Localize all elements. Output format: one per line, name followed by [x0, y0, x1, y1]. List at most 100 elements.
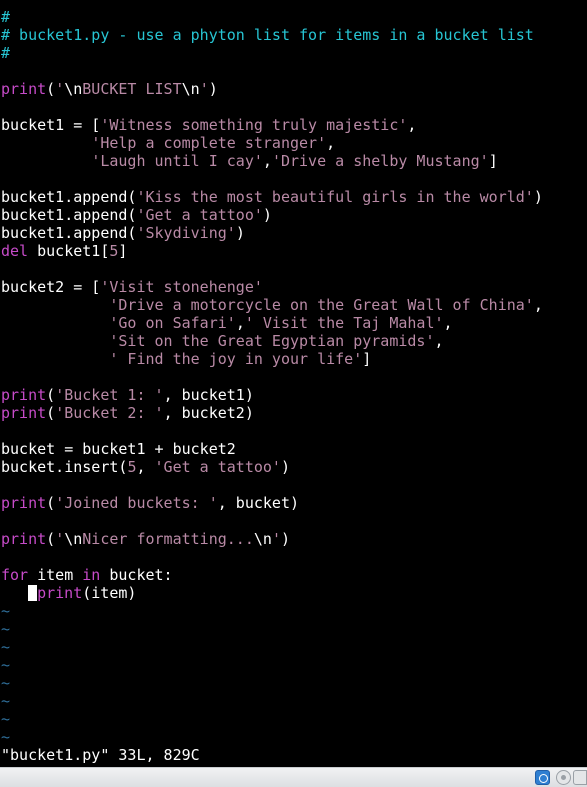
optical-disc-icon[interactable]: [556, 770, 571, 785]
empty-line-tilde: ~: [1, 674, 11, 692]
code-token-default: bucket:: [100, 566, 173, 584]
code-line: bucket.insert(5, 'Get a tattoo'): [1, 458, 290, 476]
code-line: bucket1.append('Skydiving'): [1, 224, 245, 242]
empty-line-tilde: ~: [1, 710, 11, 728]
code-token-string: ': [271, 530, 281, 548]
code-token-keyword: print: [1, 80, 47, 98]
code-token-string: 'Visit stonehenge': [100, 278, 263, 296]
code-line: for item in bucket:: [1, 566, 173, 584]
empty-line-tilde: ~: [1, 620, 11, 638]
code-line: bucket = bucket1 + bucket2: [1, 440, 236, 458]
code-line: bucket2 = ['Visit stonehenge': [1, 278, 263, 296]
code-token-default: [1, 152, 91, 170]
code-token-default: bucket.insert(: [1, 458, 128, 476]
code-token-default: bucket2 = [: [1, 278, 101, 296]
empty-line-tilde: ~: [1, 692, 11, 710]
code-token-comment: # bucket1.py - use a phyton list for ite…: [1, 26, 534, 44]
code-token-default: ): [280, 458, 290, 476]
virtualbox-icon[interactable]: [535, 770, 550, 785]
code-token-default: [1, 314, 109, 332]
code-token-keyword: print: [1, 404, 47, 422]
code-line: print('\nNicer formatting...\n'): [1, 530, 290, 548]
code-token-keyword: in: [82, 566, 101, 584]
code-token-default: (item): [82, 584, 137, 602]
code-token-default: bucket1.append(: [1, 188, 137, 206]
network-icon[interactable]: [573, 770, 587, 785]
code-token-keyword: del: [1, 242, 29, 260]
code-token-string: Nicer formatting...: [82, 530, 254, 548]
code-line: ' Find the joy in your life']: [1, 350, 371, 368]
code-token-default: ]: [118, 242, 128, 260]
code-token-string: 'Drive a shelby Mustang': [271, 152, 489, 170]
code-token-default: , bucket1): [163, 386, 254, 404]
code-line: #: [1, 44, 10, 62]
code-token-string: 'Kiss the most beautiful girls in the wo…: [136, 188, 534, 206]
code-token-comment: #: [1, 8, 11, 26]
code-token-default: ]: [362, 350, 372, 368]
code-token-default: \n: [181, 80, 200, 98]
code-line: 'Go on Safari',' Visit the Taj Mahal',: [1, 314, 452, 332]
code-token-default: (: [46, 404, 56, 422]
text-cursor: [28, 585, 38, 601]
code-token-keyword: print: [1, 530, 47, 548]
code-line: 'Laugh until I cay','Drive a shelby Must…: [1, 152, 498, 170]
code-token-default: , bucket): [217, 494, 300, 512]
code-token-default: (: [46, 494, 56, 512]
code-token-default: ,: [326, 134, 336, 152]
code-token-default: ,: [136, 458, 155, 476]
code-token-default: (: [46, 80, 56, 98]
code-token-string: ': [55, 530, 65, 548]
code-token-string: ' Find the joy in your life': [109, 350, 363, 368]
code-token-string: ': [55, 80, 65, 98]
code-token-keyword: for: [1, 566, 29, 584]
code-token-default: ): [208, 80, 218, 98]
code-token-string: 'Drive a motorcycle on the Great Wall of…: [109, 296, 534, 314]
code-token-default: ): [235, 224, 245, 242]
code-line: print('Bucket 1: ', bucket1): [1, 386, 254, 404]
empty-line-tilde: ~: [1, 638, 11, 656]
code-token-default: bucket = bucket1 + bucket2: [1, 440, 236, 458]
code-line: # bucket1.py - use a phyton list for ite…: [1, 26, 534, 44]
code-token-default: \n: [64, 530, 83, 548]
code-token-default: bucket1.append(: [1, 224, 137, 242]
code-token-string: 'Go on Safari': [109, 314, 236, 332]
code-token-string: 'Bucket 1: ': [55, 386, 164, 404]
code-line: print('Joined buckets: ', bucket): [1, 494, 299, 512]
code-line: bucket1.append('Get a tattoo'): [1, 206, 272, 224]
code-token-string: BUCKET LIST: [82, 80, 182, 98]
code-token-default: [1, 332, 109, 350]
code-token-keyword: print: [1, 386, 47, 404]
code-token-string: 'Get a tattoo': [154, 458, 281, 476]
code-token-keyword: print: [1, 494, 47, 512]
code-token-string: 'Witness something truly majestic': [100, 116, 408, 134]
code-token-default: [1, 296, 109, 314]
empty-line-tilde: ~: [1, 656, 11, 674]
code-token-default: (: [46, 530, 56, 548]
code-token-default: (: [46, 386, 56, 404]
code-token-default: \n: [253, 530, 272, 548]
vim-status-message: "bucket1.py" 33L, 829C: [1, 746, 200, 764]
code-line: #: [1, 8, 10, 26]
code-line: 'Sit on the Great Egyptian pyramids',: [1, 332, 444, 350]
code-token-default: ,: [262, 152, 272, 170]
code-token-default: ,: [434, 332, 444, 350]
code-token-string: 'Skydiving': [136, 224, 236, 242]
code-token-comment: #: [1, 44, 11, 62]
code-line: print('Bucket 2: ', bucket2): [1, 404, 254, 422]
code-token-default: bucket1[: [28, 242, 110, 260]
code-token-string: 'Get a tattoo': [136, 206, 263, 224]
vim-editor[interactable]: # # bucket1.py - use a phyton list for it…: [0, 0, 587, 767]
code-line: 'Drive a motorcycle on the Great Wall of…: [1, 296, 542, 314]
code-token-string: ': [199, 80, 209, 98]
code-token-string: 'Sit on the Great Egyptian pyramids': [109, 332, 435, 350]
code-token-string: 'Help a complete stranger': [91, 134, 327, 152]
code-line: print(item): [1, 584, 136, 602]
code-token-default: , bucket2): [163, 404, 254, 422]
code-token-string: 'Joined buckets: ': [55, 494, 218, 512]
code-token-default: item: [28, 566, 83, 584]
code-token-default: bucket1.append(: [1, 206, 137, 224]
code-token-default: [1, 584, 28, 602]
code-token-default: ]: [488, 152, 498, 170]
code-token-string: ' Visit the Taj Mahal': [244, 314, 444, 332]
code-token-keyword: print: [37, 584, 83, 602]
